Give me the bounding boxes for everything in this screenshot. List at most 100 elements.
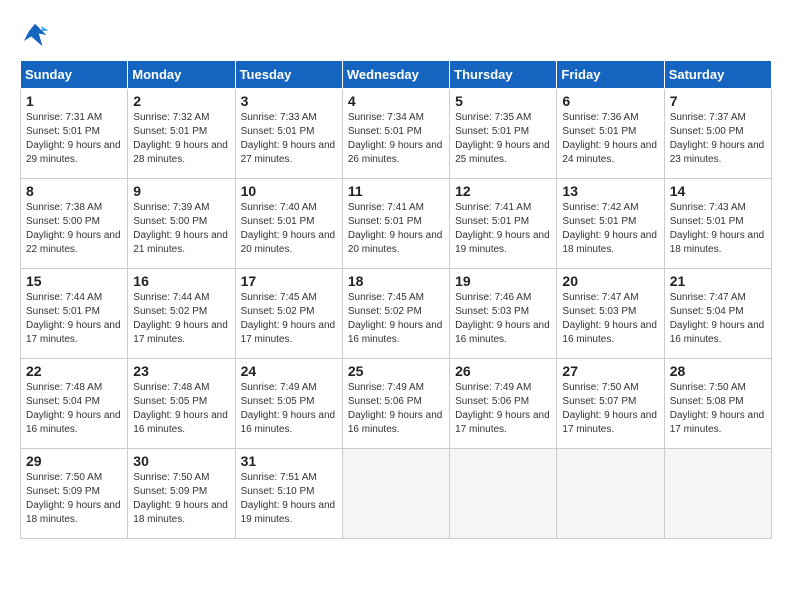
day-number: 12	[455, 183, 551, 199]
calendar-cell: 18 Sunrise: 7:45 AMSunset: 5:02 PMDayligh…	[342, 269, 449, 359]
calendar-cell: 1Sunrise: 7:31 AMSunset: 5:01 PMDaylight…	[21, 89, 128, 179]
day-number: 26	[455, 363, 551, 379]
calendar-cell: 16Sunrise: 7:44 AMSunset: 5:02 PMDayligh…	[128, 269, 235, 359]
weekday-header-tuesday: Tuesday	[235, 61, 342, 89]
day-info: Sunrise: 7:45 AMSunset: 5:02 PMDaylight:…	[348, 291, 444, 347]
day-info: Sunrise: 7:50 AMSunset: 5:09 PMDaylight:…	[133, 471, 229, 527]
calendar-cell: 30 Sunrise: 7:50 AMSunset: 5:09 PMDayligh…	[128, 449, 235, 539]
day-number: 22	[26, 363, 122, 379]
day-info: Sunrise: 7:49 AMSunset: 5:06 PMDaylight:…	[348, 381, 444, 437]
calendar-cell: 9 Sunrise: 7:39 AMSunset: 5:00 PMDaylight…	[128, 179, 235, 269]
day-number: 3	[241, 93, 337, 109]
calendar-cell: 26 Sunrise: 7:49 AMSunset: 5:06 PMDayligh…	[450, 359, 557, 449]
calendar-cell: 4 Sunrise: 7:34 AMSunset: 5:01 PMDaylight…	[342, 89, 449, 179]
day-number: 14	[670, 183, 766, 199]
day-number: 4	[348, 93, 444, 109]
calendar-cell	[450, 449, 557, 539]
calendar-week-2: 8 Sunrise: 7:38 AMSunset: 5:00 PMDaylight…	[21, 179, 772, 269]
day-info: Sunrise: 7:32 AMSunset: 5:01 PMDaylight:…	[133, 111, 229, 167]
day-number: 29	[26, 453, 122, 469]
calendar-cell: 2 Sunrise: 7:32 AMSunset: 5:01 PMDaylight…	[128, 89, 235, 179]
calendar-cell: 20Sunrise: 7:47 AMSunset: 5:03 PMDayligh…	[557, 269, 664, 359]
calendar-cell: 27 Sunrise: 7:50 AMSunset: 5:07 PMDayligh…	[557, 359, 664, 449]
calendar-cell: 12 Sunrise: 7:41 AMSunset: 5:01 PMDayligh…	[450, 179, 557, 269]
day-number: 11	[348, 183, 444, 199]
day-info: Sunrise: 7:51 AMSunset: 5:10 PMDaylight:…	[241, 471, 337, 527]
day-number: 1	[26, 93, 122, 109]
weekday-header-friday: Friday	[557, 61, 664, 89]
day-number: 17	[241, 273, 337, 289]
day-info: Sunrise: 7:49 AMSunset: 5:06 PMDaylight:…	[455, 381, 551, 437]
day-number: 9	[133, 183, 229, 199]
day-info: Sunrise: 7:34 AMSunset: 5:01 PMDaylight:…	[348, 111, 444, 167]
calendar-cell: 14 Sunrise: 7:43 AMSunset: 5:01 PMDayligh…	[664, 179, 771, 269]
day-number: 19	[455, 273, 551, 289]
day-number: 24	[241, 363, 337, 379]
day-info: Sunrise: 7:33 AMSunset: 5:01 PMDaylight:…	[241, 111, 337, 167]
day-number: 21	[670, 273, 766, 289]
day-info: Sunrise: 7:47 AMSunset: 5:03 PMDaylight:…	[562, 291, 658, 347]
day-info: Sunrise: 7:50 AMSunset: 5:07 PMDaylight:…	[562, 381, 658, 437]
calendar-cell: 28Sunrise: 7:50 AMSunset: 5:08 PMDayligh…	[664, 359, 771, 449]
day-number: 23	[133, 363, 229, 379]
day-number: 2	[133, 93, 229, 109]
day-info: Sunrise: 7:42 AMSunset: 5:01 PMDaylight:…	[562, 201, 658, 257]
day-info: Sunrise: 7:48 AMSunset: 5:05 PMDaylight:…	[133, 381, 229, 437]
day-number: 8	[26, 183, 122, 199]
calendar-cell: 23 Sunrise: 7:48 AMSunset: 5:05 PMDayligh…	[128, 359, 235, 449]
logo-icon	[20, 20, 50, 50]
calendar-cell: 8 Sunrise: 7:38 AMSunset: 5:00 PMDaylight…	[21, 179, 128, 269]
day-number: 5	[455, 93, 551, 109]
day-info: Sunrise: 7:40 AMSunset: 5:01 PMDaylight:…	[241, 201, 337, 257]
day-info: Sunrise: 7:35 AMSunset: 5:01 PMDaylight:…	[455, 111, 551, 167]
calendar-cell: 21 Sunrise: 7:47 AMSunset: 5:04 PMDayligh…	[664, 269, 771, 359]
calendar-cell: 10 Sunrise: 7:40 AMSunset: 5:01 PMDayligh…	[235, 179, 342, 269]
day-info: Sunrise: 7:41 AMSunset: 5:01 PMDaylight:…	[348, 201, 444, 257]
calendar-week-5: 29 Sunrise: 7:50 AMSunset: 5:09 PMDayligh…	[21, 449, 772, 539]
calendar-cell: 3 Sunrise: 7:33 AMSunset: 5:01 PMDaylight…	[235, 89, 342, 179]
day-number: 6	[562, 93, 658, 109]
day-info: Sunrise: 7:45 AMSunset: 5:02 PMDaylight:…	[241, 291, 337, 347]
day-info: Sunrise: 7:37 AMSunset: 5:00 PMDaylight:…	[670, 111, 766, 167]
day-info: Sunrise: 7:38 AMSunset: 5:00 PMDaylight:…	[26, 201, 122, 257]
day-number: 30	[133, 453, 229, 469]
day-number: 18	[348, 273, 444, 289]
day-info: Sunrise: 7:47 AMSunset: 5:04 PMDaylight:…	[670, 291, 766, 347]
day-number: 27	[562, 363, 658, 379]
logo	[20, 20, 54, 50]
day-number: 25	[348, 363, 444, 379]
day-info: Sunrise: 7:50 AMSunset: 5:09 PMDaylight:…	[26, 471, 122, 527]
calendar-cell: 24 Sunrise: 7:49 AMSunset: 5:05 PMDayligh…	[235, 359, 342, 449]
day-number: 15	[26, 273, 122, 289]
calendar-cell	[664, 449, 771, 539]
page-header	[20, 20, 772, 50]
calendar-week-3: 15 Sunrise: 7:44 AMSunset: 5:01 PMDayligh…	[21, 269, 772, 359]
calendar-cell: 13 Sunrise: 7:42 AMSunset: 5:01 PMDayligh…	[557, 179, 664, 269]
calendar-header-row: SundayMondayTuesdayWednesdayThursdayFrid…	[21, 61, 772, 89]
calendar-cell: 29 Sunrise: 7:50 AMSunset: 5:09 PMDayligh…	[21, 449, 128, 539]
day-info: Sunrise: 7:44 AMSunset: 5:01 PMDaylight:…	[26, 291, 122, 347]
calendar-cell: 15 Sunrise: 7:44 AMSunset: 5:01 PMDayligh…	[21, 269, 128, 359]
calendar-cell: 25 Sunrise: 7:49 AMSunset: 5:06 PMDayligh…	[342, 359, 449, 449]
calendar-cell: 22Sunrise: 7:48 AMSunset: 5:04 PMDayligh…	[21, 359, 128, 449]
day-number: 10	[241, 183, 337, 199]
calendar-cell: 11 Sunrise: 7:41 AMSunset: 5:01 PMDayligh…	[342, 179, 449, 269]
weekday-header-monday: Monday	[128, 61, 235, 89]
day-info: Sunrise: 7:50 AMSunset: 5:08 PMDaylight:…	[670, 381, 766, 437]
day-info: Sunrise: 7:41 AMSunset: 5:01 PMDaylight:…	[455, 201, 551, 257]
day-info: Sunrise: 7:39 AMSunset: 5:00 PMDaylight:…	[133, 201, 229, 257]
calendar-week-4: 22Sunrise: 7:48 AMSunset: 5:04 PMDayligh…	[21, 359, 772, 449]
day-info: Sunrise: 7:43 AMSunset: 5:01 PMDaylight:…	[670, 201, 766, 257]
day-number: 13	[562, 183, 658, 199]
weekday-header-sunday: Sunday	[21, 61, 128, 89]
calendar-cell	[557, 449, 664, 539]
calendar-cell: 19 Sunrise: 7:46 AMSunset: 5:03 PMDayligh…	[450, 269, 557, 359]
calendar-cell: 7Sunrise: 7:37 AMSunset: 5:00 PMDaylight…	[664, 89, 771, 179]
day-info: Sunrise: 7:44 AMSunset: 5:02 PMDaylight:…	[133, 291, 229, 347]
weekday-header-wednesday: Wednesday	[342, 61, 449, 89]
weekday-header-thursday: Thursday	[450, 61, 557, 89]
day-number: 31	[241, 453, 337, 469]
calendar-cell: 5 Sunrise: 7:35 AMSunset: 5:01 PMDaylight…	[450, 89, 557, 179]
day-info: Sunrise: 7:46 AMSunset: 5:03 PMDaylight:…	[455, 291, 551, 347]
day-info: Sunrise: 7:49 AMSunset: 5:05 PMDaylight:…	[241, 381, 337, 437]
